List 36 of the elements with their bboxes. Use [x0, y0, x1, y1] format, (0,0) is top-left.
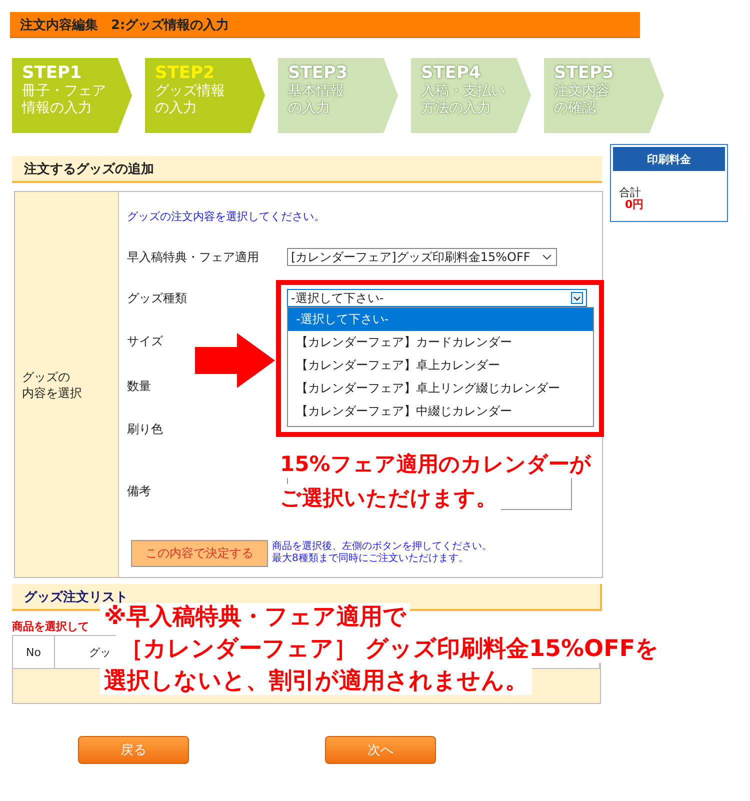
step-label: STEP1	[22, 63, 82, 83]
page-title: 注文内容編集 2:グッズ情報の入力	[10, 12, 640, 38]
step-text: 方法の入力	[421, 100, 491, 117]
field-label: 数量	[127, 378, 152, 395]
total-value: 0円	[625, 199, 645, 211]
field-label: 刷り色	[127, 420, 164, 438]
fair-select[interactable]: [カレンダーフェア]グッズ印刷料金15%OFF	[287, 248, 557, 266]
dropdown-option[interactable]: -選択して下さい-	[288, 308, 593, 331]
price-title: 印刷料金	[613, 147, 725, 171]
help-text: 商品を選択後、左側のボタンを押してください。 最大8種類まで同時にご注文いただけます。	[272, 541, 492, 565]
step-label: STEP5	[554, 63, 614, 83]
field-label: 早入稿特典・フェア適用	[127, 248, 260, 266]
chevron-down-icon	[571, 292, 583, 304]
step-label: STEP4	[421, 63, 481, 83]
side-label: グッズの 内容を選択	[22, 368, 82, 400]
step-text: の確認	[554, 100, 596, 117]
step-text: グッズ情報	[155, 83, 225, 100]
field-label: サイズ	[127, 333, 164, 350]
step-label: STEP2	[155, 63, 215, 83]
step-label: STEP3	[288, 63, 348, 83]
step-text: 注文内容	[554, 83, 610, 100]
step-text: 冊子・フェア	[22, 83, 106, 100]
instruction-text: グッズの注文内容を選択してください。	[127, 209, 326, 225]
step-text: の入力	[288, 100, 330, 117]
column-header: No	[13, 636, 55, 668]
step-text: 情報の入力	[22, 100, 92, 117]
total-label: 合計	[619, 187, 642, 199]
step-text: の入力	[155, 100, 197, 117]
field-label: グッズ種類	[127, 290, 188, 306]
step-text: 基本情報	[288, 83, 344, 100]
field-label: 備考	[127, 483, 152, 500]
notice-tooltip: ※早入稿特典・フェア適用で	[100, 603, 410, 631]
step-text: 入稿・支払い	[421, 83, 505, 100]
section-title: 注文するグッズの追加	[12, 156, 602, 183]
arrow-icon	[195, 333, 275, 388]
notice-tooltip: 選択しないと、割引が適用されません。	[100, 667, 532, 695]
